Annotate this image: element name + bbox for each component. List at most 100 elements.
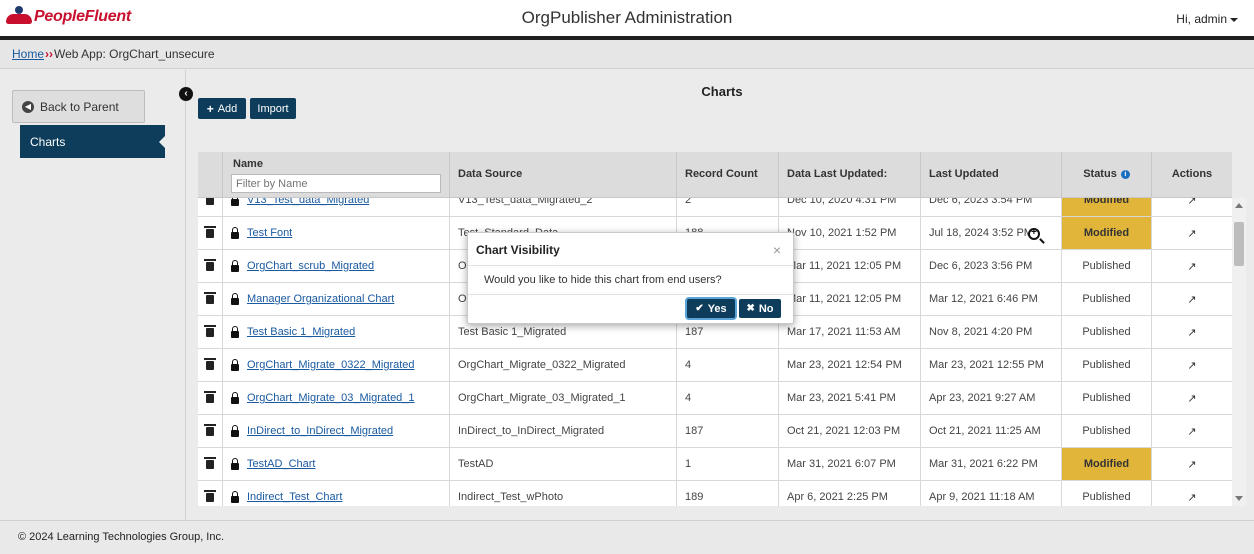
header-status[interactable]: Status i [1062, 152, 1152, 198]
trash-icon[interactable] [204, 324, 216, 337]
name-cell: TestAD_Chart [223, 448, 450, 480]
scroll-down-icon[interactable] [1235, 496, 1243, 501]
chart-name-link[interactable]: Indirect_Test_Chart [247, 491, 342, 503]
record-count-cell: 189 [677, 481, 779, 506]
lock-icon[interactable] [231, 325, 239, 338]
data-last-updated-cell: Oct 21, 2021 12:03 PM [779, 415, 921, 447]
actions-cell: ↗ [1152, 481, 1232, 506]
breadcrumb-home-link[interactable]: Home [12, 47, 44, 61]
status-badge: Published [1062, 250, 1152, 282]
sidebar: ◀ Back to Parent Charts [0, 70, 186, 520]
user-menu[interactable]: Hi, admin [1176, 12, 1238, 26]
scroll-up-icon[interactable] [1235, 203, 1243, 208]
header-delete-col [198, 152, 223, 198]
data-last-updated-cell: Mar 17, 2021 11:53 AM [779, 316, 921, 348]
lock-icon[interactable] [231, 358, 239, 371]
record-count-cell: 4 [677, 349, 779, 381]
external-link-icon[interactable]: ↗ [1187, 260, 1196, 273]
chart-name-link[interactable]: Manager Organizational Chart [247, 293, 394, 305]
app-title: OrgPublisher Administration [521, 8, 733, 27]
info-icon[interactable]: i [1120, 170, 1130, 179]
delete-cell [198, 349, 223, 381]
table-row: TestAD_Chart TestAD 1 Mar 31, 2021 6:07 PM M… [198, 448, 1232, 481]
data-last-updated-cell: Nov 10, 2021 1:52 PM [779, 217, 921, 249]
arrow-left-circle-icon: ◀ [22, 100, 34, 113]
no-button[interactable]: ✖ No [739, 299, 781, 318]
header-name: Name [223, 152, 450, 198]
plus-icon: + [206, 101, 214, 116]
header-data-source[interactable]: Data Source [450, 152, 677, 198]
trash-icon[interactable] [204, 291, 216, 304]
import-label: Import [257, 102, 289, 115]
trash-icon[interactable] [204, 456, 216, 469]
chart-name-link[interactable]: OrgChart_scrub_Migrated [247, 260, 374, 272]
footer-copyright: © 2024 Learning Technologies Group, Inc. [0, 520, 1254, 554]
trash-icon[interactable] [204, 390, 216, 403]
chart-name-link[interactable]: OrgChart_Migrate_0322_Migrated [247, 359, 415, 371]
external-link-icon[interactable]: ↗ [1187, 359, 1196, 372]
record-count-cell: 1 [677, 448, 779, 480]
yes-label: Yes [707, 302, 727, 315]
external-link-icon[interactable]: ↗ [1187, 458, 1196, 471]
actions-cell: ↗ [1152, 415, 1232, 447]
lock-icon[interactable] [231, 424, 239, 437]
chart-name-link[interactable]: TestAD_Chart [247, 458, 315, 470]
external-link-icon[interactable]: ↗ [1187, 326, 1196, 339]
filter-by-name-input[interactable] [231, 174, 441, 193]
trash-icon[interactable] [204, 489, 216, 502]
header-last-updated[interactable]: Last Updated [921, 152, 1062, 198]
back-to-parent-button[interactable]: ◀ Back to Parent [12, 90, 145, 123]
chart-name-link[interactable]: Test Font [247, 227, 292, 239]
last-updated-cell: Dec 6, 2023 3:56 PM [921, 250, 1062, 282]
status-badge: Published [1062, 349, 1152, 381]
last-updated-cell: Mar 12, 2021 6:46 PM [921, 283, 1062, 315]
table-scrollbar[interactable] [1232, 198, 1246, 506]
chart-name-link[interactable]: Test Basic 1_Migrated [247, 326, 355, 338]
name-cell: Test Font [223, 217, 450, 249]
add-chart-button[interactable]: + Add [198, 98, 246, 119]
data-last-updated-cell: Mar 11, 2021 12:05 PM [779, 250, 921, 282]
trash-icon[interactable] [204, 225, 216, 238]
external-link-icon[interactable]: ↗ [1187, 293, 1196, 306]
last-updated-cell: Apr 9, 2021 11:18 AM [921, 481, 1062, 506]
header-data-last-updated[interactable]: Data Last Updated: [779, 152, 921, 198]
external-link-icon[interactable]: ↗ [1187, 392, 1196, 405]
yes-button[interactable]: ✔ Yes [687, 299, 735, 318]
header-record-count[interactable]: Record Count [677, 152, 779, 198]
trash-icon[interactable] [204, 423, 216, 436]
dialog-actions: ✔ Yes ✖ No [687, 299, 781, 318]
last-updated-cell: Jul 18, 2024 3:52 PM [921, 217, 1062, 249]
lock-icon[interactable] [231, 193, 239, 206]
lock-icon[interactable] [231, 490, 239, 503]
lock-icon[interactable] [231, 259, 239, 272]
status-badge: Modified [1062, 217, 1152, 249]
lock-icon[interactable] [231, 391, 239, 404]
name-cell: OrgChart_Migrate_0322_Migrated [223, 349, 450, 381]
actions-cell: ↗ [1152, 448, 1232, 480]
external-link-icon[interactable]: ↗ [1187, 227, 1196, 240]
import-button[interactable]: Import [250, 98, 296, 119]
lock-icon[interactable] [231, 292, 239, 305]
status-badge: Published [1062, 481, 1152, 506]
delete-cell [198, 382, 223, 414]
external-link-icon[interactable]: ↗ [1187, 491, 1196, 504]
actions-cell: ↗ [1152, 349, 1232, 381]
trash-icon[interactable] [204, 357, 216, 370]
trash-icon[interactable] [204, 258, 216, 271]
collapse-sidebar-icon[interactable]: ‹ [179, 87, 193, 101]
status-badge: Modified [1062, 448, 1152, 480]
close-icon[interactable]: × [773, 242, 781, 258]
external-link-icon[interactable]: ↗ [1187, 425, 1196, 438]
charts-table: V13_Test_data_Migrated V13_Test_data_Migr… [198, 152, 1232, 506]
lock-icon[interactable] [231, 457, 239, 470]
dialog-message: Would you like to hide this chart from e… [468, 266, 793, 295]
data-source-cell: OrgChart_Migrate_0322_Migrated [450, 349, 677, 381]
table-row: OrgChart_Migrate_0322_Migrated OrgChart_M… [198, 349, 1232, 382]
name-cell: Test Basic 1_Migrated [223, 316, 450, 348]
scrollbar-thumb[interactable] [1234, 222, 1244, 266]
chart-name-link[interactable]: InDirect_to_InDirect_Migrated [247, 425, 393, 437]
sidebar-item-charts[interactable]: Charts [20, 125, 165, 158]
check-icon: ✔ [695, 303, 704, 314]
chart-name-link[interactable]: OrgChart_Migrate_03_Migrated_1 [247, 392, 415, 404]
lock-icon[interactable] [231, 226, 239, 239]
